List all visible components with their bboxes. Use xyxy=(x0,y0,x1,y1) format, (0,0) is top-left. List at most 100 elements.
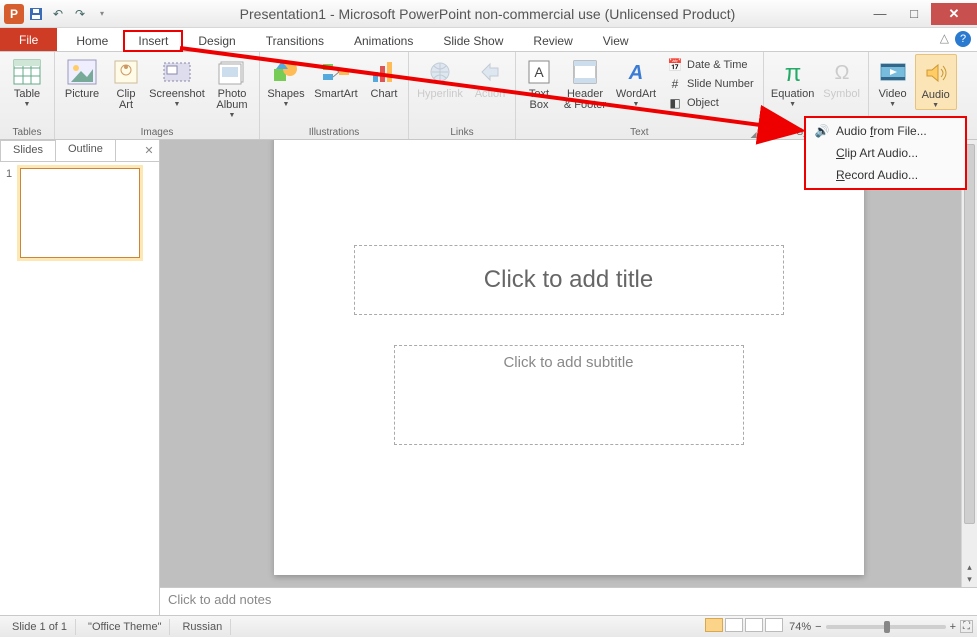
text-dialog-launcher-icon[interactable]: ◢ xyxy=(750,130,756,139)
slidenumber-button[interactable]: #Slide Number xyxy=(664,75,757,93)
picture-button[interactable]: Picture xyxy=(59,54,105,100)
smartart-button[interactable]: SmartArt xyxy=(310,54,362,100)
slide[interactable]: Click to add title Click to add subtitle xyxy=(274,140,864,575)
group-illustrations-label: Illustrations xyxy=(309,127,360,138)
audio-button[interactable]: Audio ▼ xyxy=(915,54,957,110)
object-button[interactable]: ◧Object xyxy=(664,94,757,112)
record-audio-label: Record Audio... xyxy=(836,168,918,182)
slide-thumbnail-1[interactable]: 1 xyxy=(6,168,153,258)
screenshot-icon xyxy=(161,56,193,88)
headerfooter-button[interactable]: Header & Footer xyxy=(560,54,610,111)
tab-review[interactable]: Review xyxy=(518,30,587,51)
tab-slideshow[interactable]: Slide Show xyxy=(428,30,518,51)
slideshow-view-icon[interactable] xyxy=(765,618,783,632)
status-slide[interactable]: Slide 1 of 1 xyxy=(4,619,76,635)
tab-design[interactable]: Design xyxy=(183,30,250,51)
audio-from-file-label: Audio from File... xyxy=(836,124,927,138)
smartart-icon xyxy=(320,56,352,88)
window-title: Presentation1 - Microsoft PowerPoint non… xyxy=(112,6,863,22)
zoom-out-icon[interactable]: − xyxy=(815,621,821,633)
clipart-label: Clip Art xyxy=(117,89,136,111)
qat-customize-icon[interactable]: ▾ xyxy=(92,4,112,24)
action-button: Action xyxy=(469,54,511,100)
chart-label: Chart xyxy=(371,89,398,100)
redo-icon[interactable]: ↷ xyxy=(70,4,90,24)
equation-label: Equation xyxy=(771,89,814,100)
photoalbum-button[interactable]: Photo Album ▼ xyxy=(209,54,255,119)
clipart-button[interactable]: Clip Art xyxy=(107,54,145,111)
video-icon xyxy=(877,56,909,88)
textbox-button[interactable]: A Text Box xyxy=(520,54,558,111)
status-theme[interactable]: "Office Theme" xyxy=(80,619,170,635)
video-button[interactable]: Video ▼ xyxy=(873,54,913,108)
tab-animations[interactable]: Animations xyxy=(339,30,428,51)
zoom-level[interactable]: 74% xyxy=(789,621,811,633)
sorter-view-icon[interactable] xyxy=(725,618,743,632)
headerfooter-icon xyxy=(569,56,601,88)
wordart-button[interactable]: A WordArt ▼ xyxy=(612,54,660,108)
photoalbum-icon xyxy=(216,56,248,88)
datetime-icon: 📅 xyxy=(667,57,683,73)
action-label: Action xyxy=(475,89,506,100)
zoom-slider[interactable] xyxy=(826,625,946,629)
zoom-in-icon[interactable]: + xyxy=(950,621,956,633)
clipart-audio-label: Clip Art Audio... xyxy=(836,146,918,160)
record-audio-item[interactable]: Record Audio... xyxy=(808,164,963,186)
screenshot-button[interactable]: Screenshot ▼ xyxy=(147,54,207,108)
slide-canvas[interactable]: Click to add title Click to add subtitle xyxy=(160,140,977,587)
chart-button[interactable]: Chart xyxy=(364,54,404,100)
subtitle-placeholder[interactable]: Click to add subtitle xyxy=(394,345,744,445)
datetime-button[interactable]: 📅 Date & Time xyxy=(664,56,757,74)
close-button[interactable]: ✕ xyxy=(931,3,977,25)
smartart-label: SmartArt xyxy=(314,89,357,100)
tab-file[interactable]: File xyxy=(0,28,57,51)
group-tables: Table ▼ Tables xyxy=(0,52,55,139)
close-pane-icon[interactable]: ✕ xyxy=(139,140,159,161)
scroll-thumb[interactable] xyxy=(964,144,975,524)
tab-home[interactable]: Home xyxy=(61,30,123,51)
undo-icon[interactable]: ↶ xyxy=(48,4,68,24)
minimize-button[interactable]: — xyxy=(863,3,897,25)
shapes-label: Shapes xyxy=(267,89,304,100)
picture-label: Picture xyxy=(65,89,99,100)
shapes-button[interactable]: Shapes ▼ xyxy=(264,54,308,108)
zoom-slider-handle[interactable] xyxy=(884,621,890,633)
maximize-button[interactable]: □ xyxy=(897,3,931,25)
symbol-label: Symbol xyxy=(823,89,860,100)
notes-pane[interactable]: Click to add notes xyxy=(160,587,977,615)
prev-slide-icon[interactable]: ▴ xyxy=(967,562,972,573)
picture-icon xyxy=(66,56,98,88)
group-images-label: Images xyxy=(141,127,174,138)
help-icon[interactable]: ? xyxy=(955,31,971,47)
photoalbum-label: Photo Album xyxy=(216,89,247,111)
datetime-label: Date & Time xyxy=(687,59,748,71)
tab-insert[interactable]: Insert xyxy=(123,30,183,52)
next-slide-icon[interactable]: ▾ xyxy=(967,574,972,585)
title-placeholder[interactable]: Click to add title xyxy=(354,245,784,315)
slides-tab[interactable]: Slides xyxy=(0,140,56,161)
save-icon[interactable] xyxy=(26,4,46,24)
textbox-icon: A xyxy=(523,56,555,88)
svg-text:A: A xyxy=(534,64,544,80)
chart-icon xyxy=(368,56,400,88)
screenshot-label: Screenshot xyxy=(149,89,205,100)
fit-to-window-icon[interactable]: ⛶ xyxy=(960,620,973,633)
equation-button[interactable]: π Equation ▼ xyxy=(768,54,818,108)
clipart-audio-item[interactable]: Clip Art Audio... xyxy=(808,142,963,164)
tab-view[interactable]: View xyxy=(588,30,644,51)
minimize-ribbon-icon[interactable]: △ xyxy=(940,31,949,47)
status-language[interactable]: Russian xyxy=(174,619,231,635)
speaker-icon: 🔊 xyxy=(814,123,830,139)
vertical-scrollbar[interactable]: ▴▾ xyxy=(961,140,977,587)
table-button[interactable]: Table ▼ xyxy=(4,54,50,108)
group-links: Hyperlink Action Links xyxy=(409,52,516,139)
editor-area: Click to add title Click to add subtitle… xyxy=(160,140,977,615)
outline-tab[interactable]: Outline xyxy=(56,140,116,161)
tab-transitions[interactable]: Transitions xyxy=(251,30,339,51)
audio-from-file-item[interactable]: 🔊 Audio from File... xyxy=(808,120,963,142)
thumbnails: 1 xyxy=(0,162,159,264)
audio-dropdown-menu: 🔊 Audio from File... Clip Art Audio... R… xyxy=(804,116,967,190)
normal-view-icon[interactable] xyxy=(705,618,723,632)
powerpoint-icon[interactable]: P xyxy=(4,4,24,24)
reading-view-icon[interactable] xyxy=(745,618,763,632)
